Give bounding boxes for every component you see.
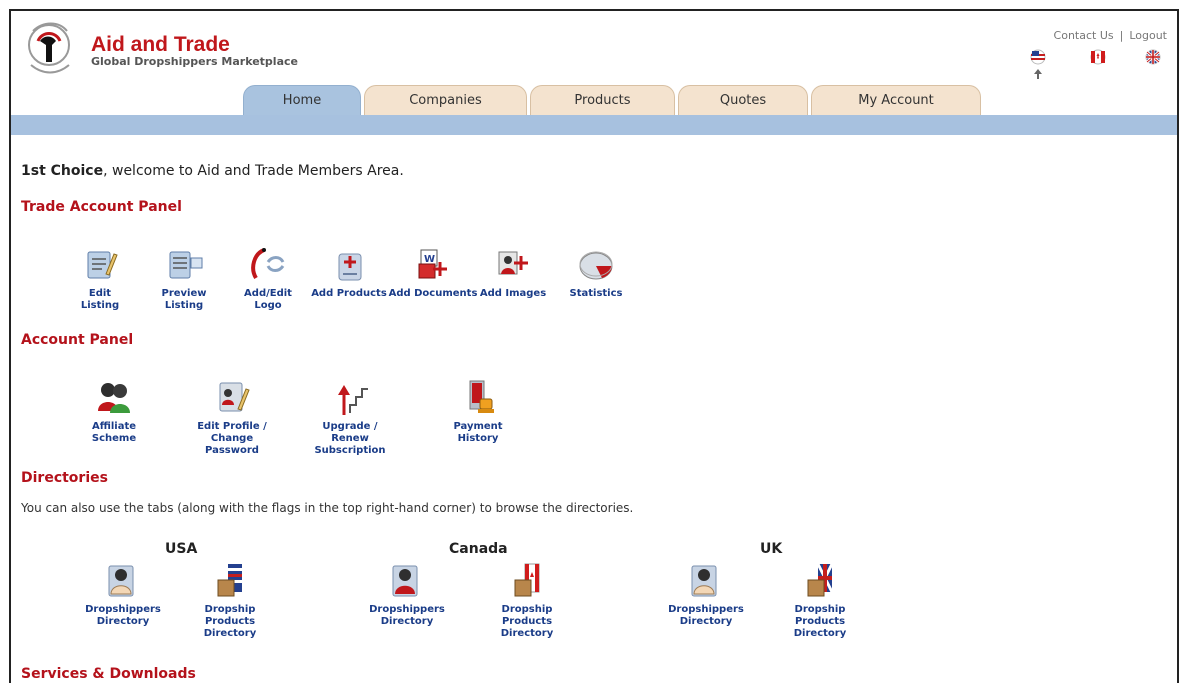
payment-history-label-2: History	[457, 433, 499, 444]
uk-flag-icon[interactable]	[1145, 49, 1161, 65]
usa-dropshippers-directory-link[interactable]: Dropshippers Directory	[78, 560, 168, 628]
statistics-label: Statistics	[569, 288, 623, 299]
country-canada: Canada	[449, 541, 508, 557]
selected-arrow-icon	[1034, 69, 1042, 79]
uk-dropship-products-label-1: Dropship Products	[794, 604, 846, 627]
uk-dropshippers-label-2: Directory	[679, 616, 733, 627]
add-documents-icon: W	[418, 249, 447, 279]
add-products-icon	[338, 253, 362, 281]
usa-dropshippers-label-1: Dropshippers	[85, 604, 161, 615]
dropship-products-usa-icon	[217, 564, 242, 597]
affiliate-users-icon	[98, 383, 130, 413]
add-edit-logo-label-2: Logo	[254, 300, 282, 311]
svg-text:W: W	[424, 254, 435, 265]
add-images-button[interactable]: Add Images	[468, 244, 558, 300]
edit-profile-icon	[219, 382, 250, 412]
tab-products[interactable]: Products	[530, 85, 675, 115]
edit-listing-button[interactable]: Edit Listing	[55, 244, 145, 312]
dropshippers-directory-icon	[392, 565, 418, 597]
upgrade-renew-button[interactable]: Upgrade / Renew Subscription	[305, 377, 395, 457]
country-usa: USA	[165, 541, 198, 557]
add-documents-button[interactable]: W Add Documents	[388, 244, 478, 300]
edit-listing-icon	[87, 251, 118, 279]
upgrade-renew-label-1: Upgrade / Renew	[322, 421, 378, 444]
dropshippers-directory-icon	[108, 565, 134, 597]
tab-my-account[interactable]: My Account	[811, 85, 981, 115]
contact-us-link[interactable]: Contact Us	[1054, 29, 1114, 42]
upgrade-stairs-icon	[338, 385, 368, 415]
add-products-label: Add Products	[311, 288, 387, 299]
member-name: 1st Choice	[21, 163, 104, 179]
brand-logo-icon[interactable]	[25, 17, 75, 81]
preview-listing-icon	[169, 251, 203, 279]
tab-companies[interactable]: Companies	[364, 85, 527, 115]
canada-dropshippers-directory-link[interactable]: Dropshippers Directory	[362, 560, 452, 628]
edit-listing-label-1: Edit	[88, 288, 112, 299]
top-links-separator: |	[1119, 29, 1124, 42]
page-frame: Aid and Trade Global Dropshippers Market…	[9, 9, 1179, 683]
edit-profile-button[interactable]: Edit Profile / Change Password	[187, 377, 277, 457]
directories-description: You can also use the tabs (along with th…	[21, 501, 634, 515]
edit-profile-label-1: Edit Profile /	[197, 421, 267, 432]
tab-quotes[interactable]: Quotes	[678, 85, 808, 115]
nav-bar	[11, 115, 1177, 135]
affiliate-scheme-label: Affiliate Scheme	[91, 421, 137, 444]
preview-listing-label-2: Listing	[164, 300, 204, 311]
welcome-text: , welcome to Aid and Trade Members Area.	[103, 163, 404, 179]
canada-dropshippers-label-1: Dropshippers	[369, 604, 445, 615]
preview-listing-label-1: Preview	[161, 288, 207, 299]
usa-dropship-products-directory-link[interactable]: Dropship Products Directory	[185, 560, 275, 640]
header: Aid and Trade Global Dropshippers Market…	[11, 11, 1177, 115]
country-flags	[1015, 49, 1165, 79]
usa-dropship-products-label-2: Directory	[203, 628, 257, 639]
directories-heading: Directories	[21, 470, 108, 486]
uk-dropshippers-directory-link[interactable]: Dropshippers Directory	[661, 560, 751, 628]
logo-refresh-icon	[251, 248, 285, 280]
canada-dropshippers-label-2: Directory	[380, 616, 434, 627]
country-uk: UK	[760, 541, 783, 557]
logout-link[interactable]: Logout	[1129, 29, 1167, 42]
services-downloads-heading: Services & Downloads	[21, 666, 196, 682]
add-edit-logo-button[interactable]: Add/Edit Logo	[223, 244, 313, 312]
uk-dropshippers-label-1: Dropshippers	[668, 604, 744, 615]
add-documents-label: Add Documents	[388, 288, 478, 299]
welcome-message: 1st Choice, welcome to Aid and Trade Mem…	[21, 163, 404, 179]
canada-dropship-products-directory-link[interactable]: Dropship Products Directory	[482, 560, 572, 640]
account-panel-heading: Account Panel	[21, 332, 134, 348]
brand-title[interactable]: Aid and Trade	[91, 33, 230, 57]
edit-listing-label-2: Listing	[80, 300, 120, 311]
top-links: Contact Us | Logout	[1054, 29, 1167, 42]
statistics-pie-chart-icon	[579, 251, 613, 280]
payment-history-icon	[469, 380, 494, 413]
payment-history-label-1: Payment	[453, 421, 503, 432]
uk-dropship-products-directory-link[interactable]: Dropship Products Directory	[775, 560, 865, 640]
add-images-icon	[498, 251, 528, 275]
tab-home[interactable]: Home	[243, 85, 361, 115]
usa-flag-icon[interactable]	[1030, 49, 1046, 65]
edit-profile-label-2: Change Password	[205, 433, 259, 456]
canada-dropship-products-label-1: Dropship Products	[501, 604, 553, 627]
statistics-button[interactable]: Statistics	[551, 244, 641, 300]
trade-account-panel-heading: Trade Account Panel	[21, 199, 182, 215]
uk-dropship-products-label-2: Directory	[793, 628, 847, 639]
affiliate-scheme-button[interactable]: Affiliate Scheme	[69, 377, 159, 445]
brand-subtitle: Global Dropshippers Marketplace	[91, 55, 298, 68]
usa-dropship-products-label-1: Dropship Products	[204, 604, 256, 627]
usa-dropshippers-label-2: Directory	[96, 616, 150, 627]
upgrade-renew-label-2: Subscription	[314, 445, 386, 456]
payment-history-button[interactable]: Payment History	[433, 377, 523, 445]
preview-listing-button[interactable]: Preview Listing	[139, 244, 229, 312]
add-images-label: Add Images	[479, 288, 547, 299]
canada-flag-icon[interactable]	[1090, 49, 1106, 65]
canada-dropship-products-label-2: Directory	[500, 628, 554, 639]
add-edit-logo-label-1: Add/Edit	[244, 288, 292, 299]
dropshippers-directory-icon	[691, 565, 717, 597]
add-products-button[interactable]: Add Products	[304, 244, 394, 300]
dropship-products-canada-icon	[514, 563, 540, 597]
dropship-products-uk-icon	[807, 563, 834, 597]
